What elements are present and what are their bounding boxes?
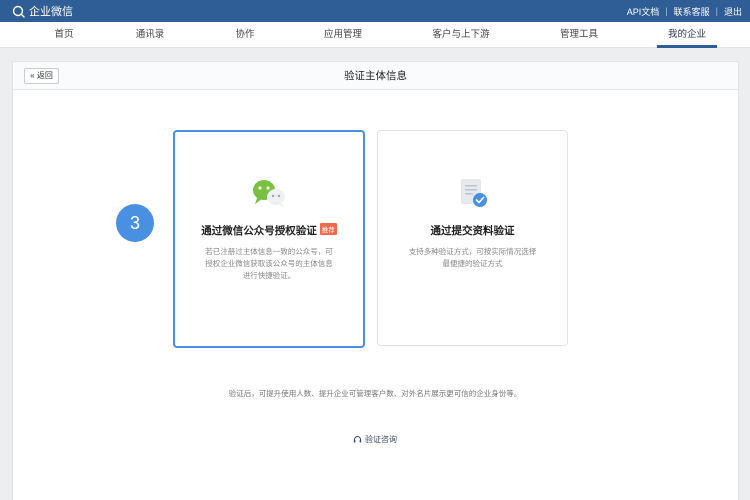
page-title: 验证主体信息 [344,70,407,82]
document-check-icon [461,179,487,207]
link-separator: | [665,6,668,16]
top-bar: 企业微信 API文档 | 联系客服 | 退出 [0,0,750,22]
contact-support-link[interactable]: 联系客服 [674,5,710,18]
desc-line: 最便捷的验证方式 [442,259,503,268]
verification-consult-link[interactable]: 验证咨询 [0,434,750,445]
document-option-title: 通过提交资料验证 [430,225,515,237]
api-docs-link[interactable]: API文档 [627,5,660,18]
desc-line: 若已注册过主体信息一致的公众号，可 [205,247,333,256]
desc-line: 支持多种验证方式，可按实际情况选择 [408,247,537,256]
top-links: API文档 | 联系客服 | 退出 [627,5,742,18]
tab-collaboration[interactable]: 协作 [235,22,254,48]
panel-header: « 返回 验证主体信息 [13,62,738,90]
wechat-icon [253,180,285,207]
brand-icon [12,5,25,18]
wechat-option-title-text: 通过微信公众号授权验证 [201,225,317,237]
desc-line: 进行快捷验证。 [242,271,296,280]
document-verify-card[interactable]: 通过提交资料验证 支持多种验证方式，可按实际情况选择 最便捷的验证方式 [377,130,568,346]
desc-line: 授权企业微信获取该公众号的主体信息 [205,259,333,268]
consult-label: 验证咨询 [365,435,397,444]
tab-home[interactable]: 首页 [54,22,73,48]
active-tab-indicator [657,45,717,48]
wechat-option-title: 通过微信公众号授权验证 推荐 [175,223,363,238]
recommended-badge: 推荐 [319,223,337,235]
logout-link[interactable]: 退出 [724,5,742,18]
main-nav: 首页 通讯录 协作 应用管理 客户与上下游 管理工具 我的企业 [0,22,750,48]
brand-name: 企业微信 [29,6,73,18]
wechat-verify-card[interactable]: 通过微信公众号授权验证 推荐 若已注册过主体信息一致的公众号，可 授权企业微信获取… [173,130,365,348]
document-option-desc: 支持多种验证方式，可按实际情况选择 最便捷的验证方式 [378,246,567,270]
brand-logo[interactable]: 企业微信 [12,3,73,19]
tab-app-management[interactable]: 应用管理 [324,22,362,48]
verification-benefits-note: 验证后，可提升使用人数、提升企业可管理客户数、对外名片展示更可信的企业身份等。 [228,389,522,398]
link-separator: | [715,6,718,16]
tab-customers[interactable]: 客户与上下游 [432,22,489,48]
tab-management-tools[interactable]: 管理工具 [560,22,598,48]
headset-icon [353,436,362,443]
wechat-option-desc: 若已注册过主体信息一致的公众号，可 授权企业微信获取该公众号的主体信息 进行快捷… [175,246,363,282]
tab-contacts[interactable]: 通讯录 [136,22,165,48]
step-number-badge: 3 [116,204,154,242]
